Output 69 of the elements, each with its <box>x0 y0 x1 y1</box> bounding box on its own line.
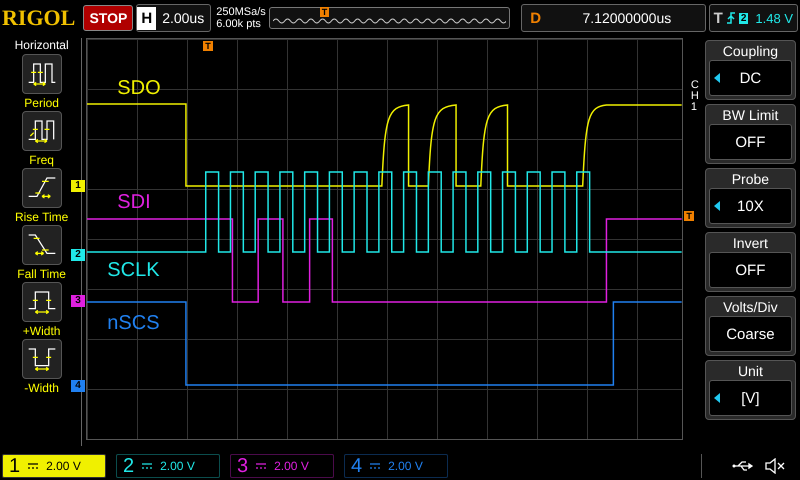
dc-coupling-icon <box>142 463 152 469</box>
measure-button[interactable] <box>22 168 62 208</box>
menu-item-title: Volts/Div <box>723 298 778 316</box>
channel-label: CH1 <box>690 80 700 115</box>
menu-item-title: Unit <box>738 362 763 380</box>
channel-marker[interactable]: 3 <box>71 295 85 307</box>
muted-speaker-icon <box>764 458 786 474</box>
trigger-position-marker[interactable]: T <box>203 41 213 51</box>
channel-tab[interactable]: 1 2.00 V <box>2 454 106 478</box>
trigger-position-marker: T <box>320 7 330 17</box>
menu-item[interactable]: Volts/Div Coarse <box>704 296 796 356</box>
menu-item-title: Probe <box>732 170 770 188</box>
channel-marker[interactable]: 1 <box>71 180 85 192</box>
measure-label: Freq <box>29 153 54 167</box>
measure-button[interactable] <box>22 282 62 322</box>
delay-label: D <box>529 10 542 26</box>
channel-scale: 2.00 V <box>160 459 195 473</box>
menu-item[interactable]: Unit [V] <box>704 360 796 420</box>
timebase-value: 2.00us <box>161 10 206 26</box>
sample-rate: 250MSa/s <box>216 6 266 18</box>
menu-item-title: Coupling <box>722 42 778 60</box>
menu-value: [V] <box>741 390 760 406</box>
measure-button[interactable] <box>22 111 62 151</box>
trace-label: nSCS <box>107 312 160 335</box>
trace-label: SDI <box>117 191 151 214</box>
menu-item-title: Invert <box>732 234 768 252</box>
dc-coupling-icon <box>28 463 38 469</box>
trace-label: SCLK <box>107 259 160 282</box>
trigger-level: 1.48 V <box>755 10 793 26</box>
trigger-label: T <box>714 10 723 26</box>
menu-value: 10X <box>737 198 764 214</box>
trace-label: SDO <box>117 77 161 100</box>
delay-value: 7.12000000us <box>581 10 672 26</box>
channel-tab[interactable]: 3 2.00 V <box>230 454 334 478</box>
measure-label: +Width <box>22 324 60 338</box>
trigger-level-marker[interactable]: T <box>684 211 694 221</box>
measure-label: -Width <box>24 381 59 395</box>
measure-label: Period <box>24 96 59 110</box>
measure-button[interactable] <box>22 225 62 265</box>
menu-item[interactable]: BW Limit OFF <box>704 104 796 164</box>
dc-coupling-icon <box>256 463 266 469</box>
usb-icon <box>732 460 756 472</box>
menu-value: DC <box>740 70 762 86</box>
brand-logo: RIGOL <box>2 5 76 31</box>
memory-depth: 6.00k pts <box>216 18 262 30</box>
channel-scale: 2.00 V <box>274 459 309 473</box>
run-stop-button[interactable]: STOP <box>83 5 134 31</box>
measure-button[interactable] <box>22 54 62 94</box>
channel-tab[interactable]: 4 2.00 V <box>344 454 448 478</box>
measure-label: Rise Time <box>14 210 68 224</box>
measure-button[interactable] <box>22 339 62 379</box>
channel-scale: 2.00 V <box>46 459 81 473</box>
menu-value: OFF <box>735 134 766 150</box>
dc-coupling-icon <box>370 463 380 469</box>
trigger-source: 2 <box>738 12 748 24</box>
menu-value: Coarse <box>726 326 775 342</box>
channel-marker[interactable]: 4 <box>71 380 85 392</box>
menu-value: OFF <box>735 262 766 278</box>
menu-item[interactable]: Invert OFF <box>704 232 796 292</box>
channel-tab[interactable]: 2 2.00 V <box>116 454 220 478</box>
menu-item[interactable]: Probe 10X <box>704 168 796 228</box>
panel-title: Horizontal <box>14 38 69 52</box>
channel-marker[interactable]: 2 <box>71 249 85 261</box>
rising-edge-icon <box>726 12 736 24</box>
channel-scale: 2.00 V <box>388 459 423 473</box>
menu-item[interactable]: Coupling DC <box>704 40 796 100</box>
menu-item-title: BW Limit <box>722 106 778 124</box>
measure-label: Fall Time <box>17 267 66 281</box>
timebase-label: H <box>137 6 156 30</box>
